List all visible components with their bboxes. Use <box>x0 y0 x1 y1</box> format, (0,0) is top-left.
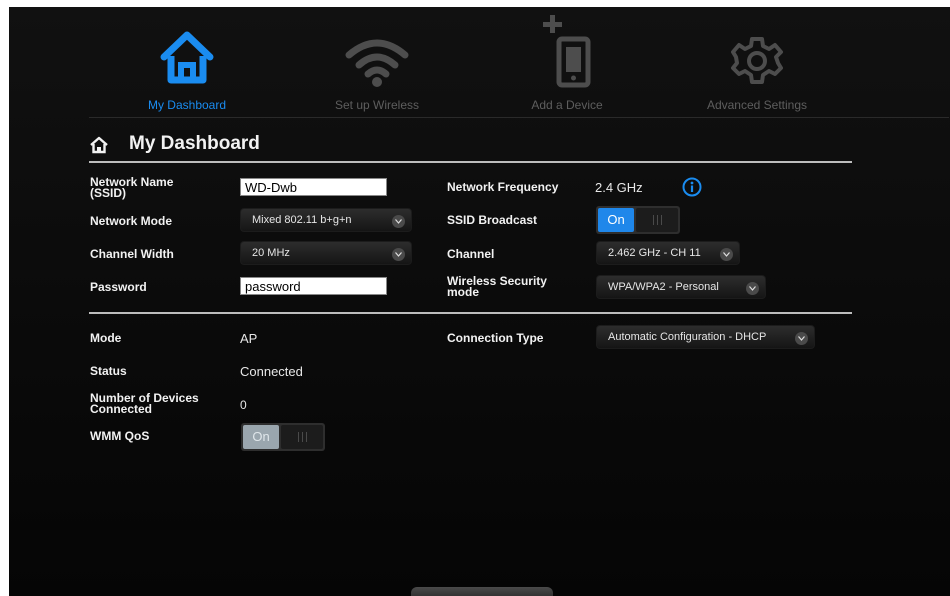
connection-type-select[interactable]: Automatic Configuration - DHCP <box>596 325 815 349</box>
chevron-down-icon <box>720 248 733 261</box>
home-outline-icon <box>90 136 108 154</box>
chevron-down-icon <box>795 332 808 345</box>
security-mode-select[interactable]: WPA/WPA2 - Personal <box>596 275 766 299</box>
devices-connected-label: Number of Devices Connected <box>90 391 199 416</box>
nav-advanced-settings[interactable]: Advanced Settings <box>662 7 852 117</box>
section-rule <box>89 312 852 314</box>
frequency-label: Network Frequency <box>447 180 559 194</box>
channel-select[interactable]: 2.462 GHz - CH 11 <box>596 241 740 265</box>
security-mode-value: WPA/WPA2 - Personal <box>608 281 719 293</box>
ssid-label: Network Name (SSID) <box>90 175 174 200</box>
chevron-down-icon <box>392 215 405 228</box>
frequency-value: 2.4 GHz <box>595 180 643 195</box>
info-icon[interactable] <box>682 177 702 197</box>
network-mode-label: Network Mode <box>90 214 173 228</box>
ssid-broadcast-label: SSID Broadcast <box>447 213 538 227</box>
network-mode-select[interactable]: Mixed 802.11 b+g+n <box>240 208 412 232</box>
network-mode-value: Mixed 802.11 b+g+n <box>252 214 352 226</box>
toggle-grip <box>281 425 323 449</box>
top-nav: My Dashboard Set up Wireless Add a Devic… <box>9 7 950 117</box>
channel-width-label: Channel Width <box>90 247 174 261</box>
nav-my-dashboard[interactable]: My Dashboard <box>92 7 282 117</box>
nav-label-wireless: Set up Wireless <box>334 98 420 112</box>
toggle-on-label: On <box>598 208 634 232</box>
nav-label-add-device: Add a Device <box>531 98 603 112</box>
header-rule <box>89 161 852 163</box>
nav-setup-wireless[interactable]: Set up Wireless <box>282 7 472 117</box>
connection-type-label: Connection Type <box>447 331 544 345</box>
nav-label-dashboard: My Dashboard <box>147 98 227 112</box>
wifi-icon <box>345 39 409 87</box>
toggle-grip <box>636 208 678 232</box>
chevron-down-icon <box>746 282 759 295</box>
channel-label: Channel <box>447 247 495 261</box>
toggle-on-label: On <box>243 425 279 449</box>
mode-value: AP <box>240 331 258 346</box>
channel-width-value: 20 MHz <box>252 247 290 259</box>
channel-width-select[interactable]: 20 MHz <box>240 241 412 265</box>
chevron-down-icon <box>392 248 405 261</box>
password-input[interactable] <box>240 277 387 295</box>
add-device-icon <box>543 15 591 88</box>
connection-type-value: Automatic Configuration - DHCP <box>608 331 767 343</box>
channel-value: 2.462 GHz - CH 11 <box>608 247 701 259</box>
ssid-broadcast-toggle[interactable]: On <box>596 206 680 234</box>
devices-connected-value: 0 <box>240 398 247 412</box>
bottom-drawer-handle[interactable] <box>411 587 553 596</box>
nav-add-device[interactable]: Add a Device <box>472 7 662 117</box>
nav-label-advanced: Advanced Settings <box>706 98 808 112</box>
page-title: My Dashboard <box>129 133 260 154</box>
wmm-qos-label: WMM QoS <box>90 429 150 443</box>
ssid-input[interactable] <box>240 178 387 196</box>
password-label: Password <box>90 280 147 294</box>
nav-divider <box>89 117 949 118</box>
security-mode-label: Wireless Security mode <box>447 274 547 299</box>
home-icon <box>160 31 214 84</box>
wmm-qos-toggle[interactable]: On <box>241 423 325 451</box>
status-value: Connected <box>240 364 303 379</box>
gear-icon <box>731 37 783 84</box>
router-dashboard-window: My Dashboard Set up Wireless Add a Devic… <box>9 7 950 596</box>
status-label: Status <box>90 364 127 378</box>
mode-label: Mode <box>90 331 122 345</box>
